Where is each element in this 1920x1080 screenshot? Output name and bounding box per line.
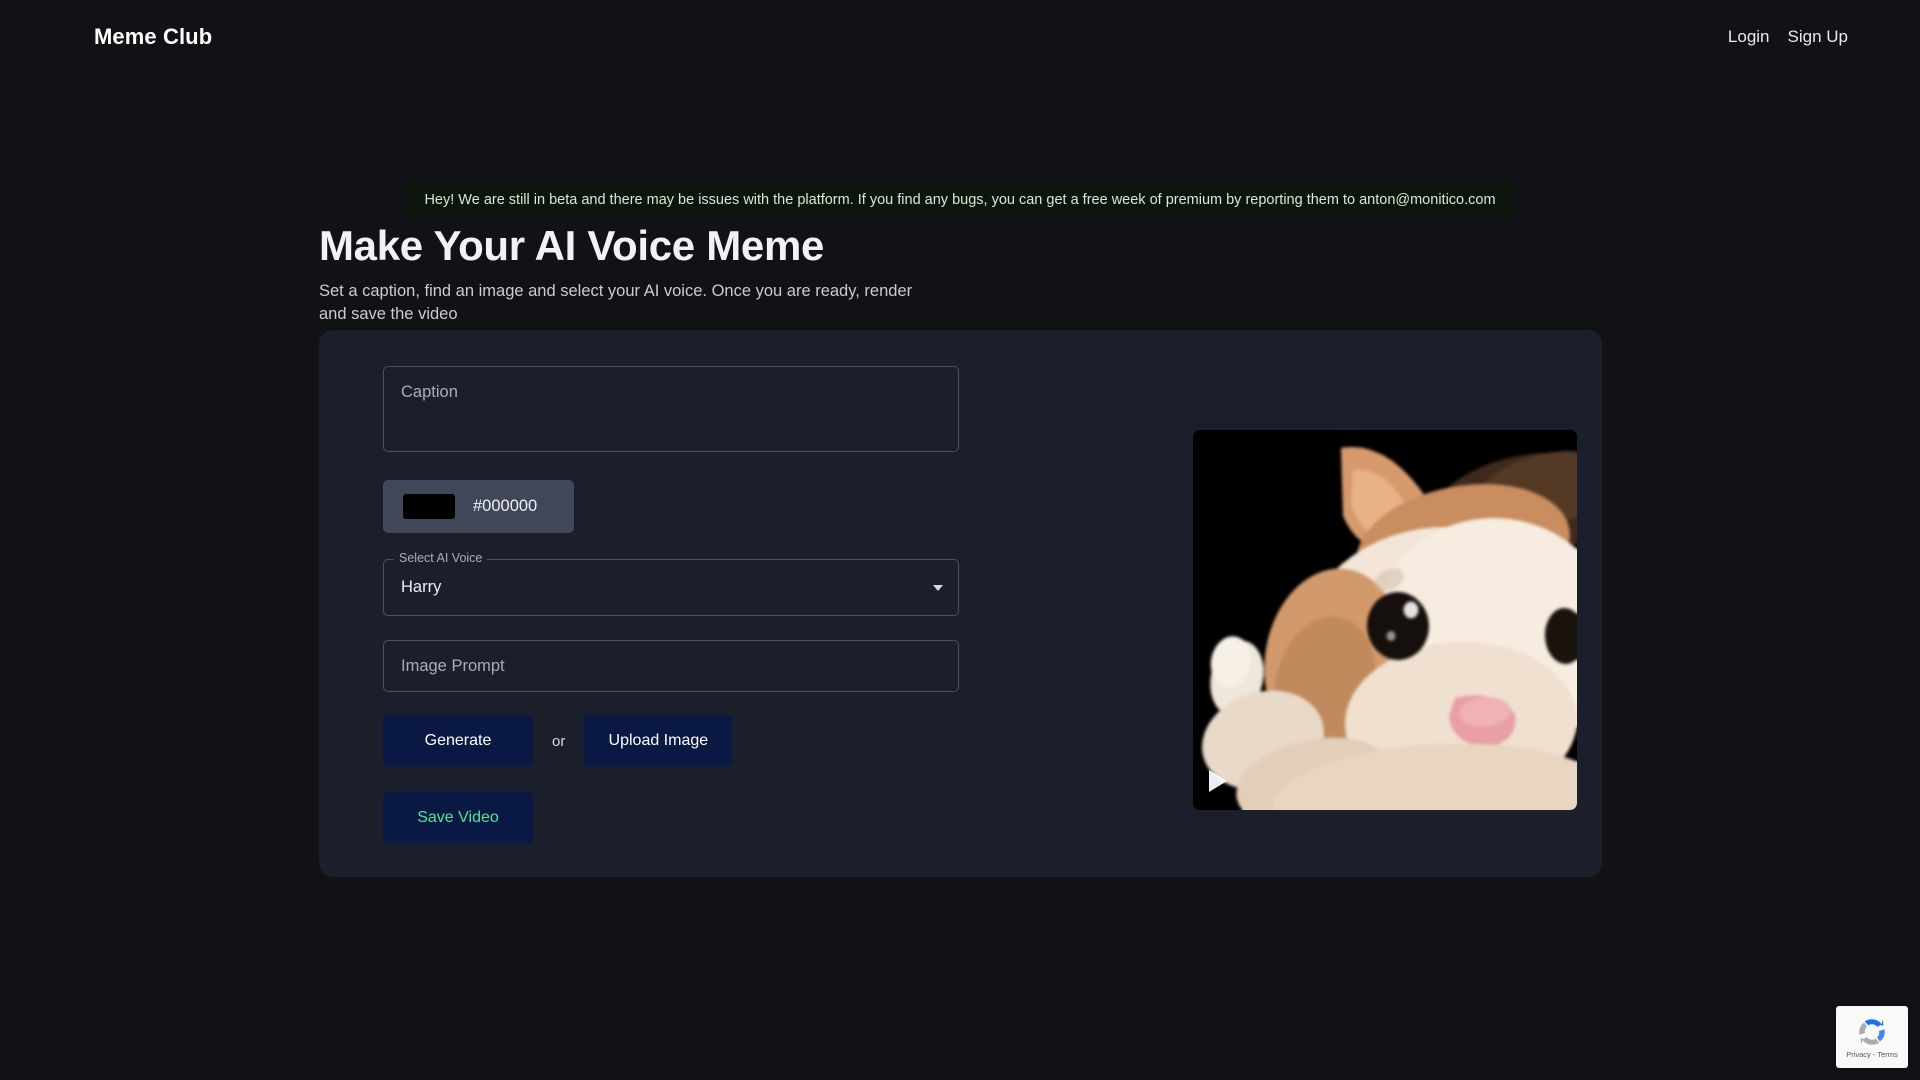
caption-input[interactable] (383, 366, 959, 452)
save-video-button[interactable]: Save Video (383, 792, 533, 844)
chevron-down-icon[interactable] (933, 584, 943, 591)
play-icon[interactable] (1209, 770, 1227, 792)
hero-section: Make Your AI Voice Meme Set a caption, f… (319, 222, 1019, 327)
voice-select-box[interactable]: Harry (383, 559, 959, 616)
recaptcha-privacy-terms: Privacy - Terms (1846, 1050, 1898, 1059)
upload-image-button[interactable]: Upload Image (584, 715, 733, 767)
caption-color-picker[interactable]: #000000 (383, 480, 574, 533)
meme-image (1193, 430, 1577, 810)
recaptcha-icon (1859, 1019, 1885, 1045)
generate-button[interactable]: Generate (383, 715, 533, 767)
page-subtitle: Set a caption, find an image and select … (319, 282, 913, 324)
color-hex-value: #000000 (473, 497, 538, 515)
brand-logo[interactable]: Meme Club (94, 24, 212, 50)
form-column: #000000 Select AI Voice Harry Generate o… (319, 330, 959, 877)
or-separator-label: or (552, 732, 566, 750)
nav-links: Login Sign Up (1728, 27, 1848, 47)
video-preview[interactable] (1193, 430, 1577, 810)
login-link[interactable]: Login (1728, 27, 1770, 47)
voice-select-label: Select AI Voice (394, 551, 488, 565)
image-prompt-input[interactable] (383, 640, 959, 692)
voice-select[interactable]: Select AI Voice Harry (383, 551, 959, 616)
beta-banner: Hey! We are still in beta and there may … (406, 182, 1514, 218)
meme-editor-panel: #000000 Select AI Voice Harry Generate o… (319, 330, 1602, 877)
voice-select-value: Harry (401, 578, 442, 596)
top-navbar: Meme Club Login Sign Up (0, 0, 1920, 74)
signup-link[interactable]: Sign Up (1788, 27, 1848, 47)
color-swatch[interactable] (403, 494, 455, 519)
beta-banner-text: Hey! We are still in beta and there may … (424, 192, 1496, 208)
preview-column (959, 330, 1602, 877)
recaptcha-badge[interactable]: Privacy - Terms (1836, 1006, 1908, 1068)
page-title: Make Your AI Voice Meme (319, 222, 825, 269)
image-action-row: Generate or Upload Image (383, 715, 959, 767)
